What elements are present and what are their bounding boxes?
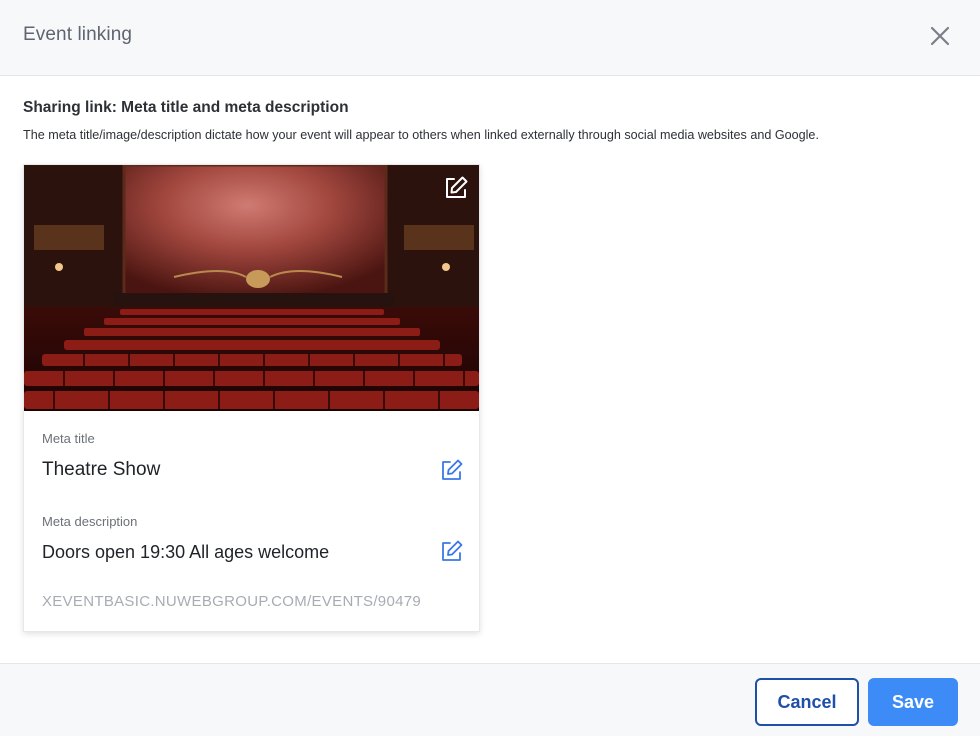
close-button[interactable] [926, 22, 954, 50]
edit-meta-title-button[interactable] [439, 457, 465, 483]
dialog-footer: Cancel Save [0, 663, 980, 736]
edit-icon [442, 459, 463, 480]
event-url: XEVENTBASIC.NUWEBGROUP.COM/EVENTS/90479 [42, 593, 422, 610]
edit-image-button[interactable] [442, 174, 470, 202]
link-preview-card: Meta title Theatre Show Meta description… [23, 164, 480, 632]
theatre-auditorium-image [24, 165, 479, 411]
edit-icon [442, 540, 463, 561]
close-icon [930, 26, 950, 46]
edit-icon [446, 176, 468, 198]
meta-title-value: Theatre Show [42, 459, 161, 480]
edit-meta-description-button[interactable] [439, 538, 465, 564]
event-linking-dialog: Event linking Sharing link: Meta title a… [0, 0, 980, 736]
section-title: Sharing link: Meta title and meta descri… [23, 99, 349, 116]
meta-description-label: Meta description [42, 514, 138, 529]
section-description: The meta title/image/description dictate… [23, 128, 819, 142]
dialog-header: Event linking [0, 0, 980, 76]
dialog-title: Event linking [23, 24, 133, 45]
cancel-button[interactable]: Cancel [755, 678, 859, 726]
meta-title-label: Meta title [42, 431, 95, 446]
save-button[interactable]: Save [868, 678, 958, 726]
event-image [24, 165, 479, 411]
meta-description-value: Doors open 19:30 All ages welcome [42, 542, 330, 562]
